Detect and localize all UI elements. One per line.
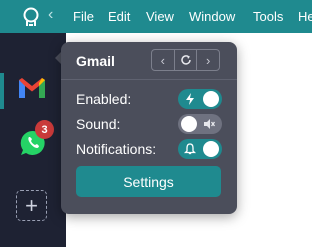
menu-edit[interactable]: Edit [108, 9, 130, 24]
menu-file[interactable]: File [73, 9, 94, 24]
services-sidebar: 3 + [0, 33, 66, 247]
bell-icon [183, 143, 197, 155]
notifications-toggle[interactable] [178, 139, 222, 159]
service-popover: Gmail ‹ › Enabled: Sound: Notifications: [61, 42, 237, 214]
toggle-knob [181, 116, 197, 132]
menu-window[interactable]: Window [189, 9, 235, 24]
settings-button[interactable]: Settings [76, 166, 221, 197]
reload-icon[interactable] [173, 50, 197, 70]
sound-toggle[interactable] [178, 114, 222, 134]
menu-help[interactable]: He [298, 9, 315, 24]
add-service-button[interactable]: + [16, 190, 47, 221]
active-service-indicator [0, 73, 4, 109]
gmail-icon[interactable] [17, 76, 47, 100]
enabled-label: Enabled: [76, 91, 132, 107]
popover-divider [61, 79, 237, 80]
chevron-left-icon[interactable]: ‹ [152, 50, 174, 70]
popover-nav-group: ‹ › [151, 49, 220, 71]
chevron-right-icon[interactable]: › [196, 50, 219, 70]
enabled-toggle[interactable] [178, 89, 222, 109]
popover-title: Gmail [76, 53, 115, 69]
sound-label: Sound: [76, 116, 121, 132]
unread-badge: 3 [35, 120, 54, 139]
mute-icon [204, 119, 216, 129]
toggle-knob [203, 141, 219, 157]
lightning-icon [186, 93, 194, 105]
app-logo-icon[interactable] [20, 6, 42, 28]
notifications-label: Notifications: [76, 141, 157, 157]
menu-tools[interactable]: Tools [253, 9, 283, 24]
menu-bar: ‹ File Edit View Window Tools He [0, 0, 315, 33]
menu-view[interactable]: View [146, 9, 174, 24]
toggle-knob [203, 91, 219, 107]
back-arrow-icon[interactable]: ‹ [48, 6, 53, 24]
